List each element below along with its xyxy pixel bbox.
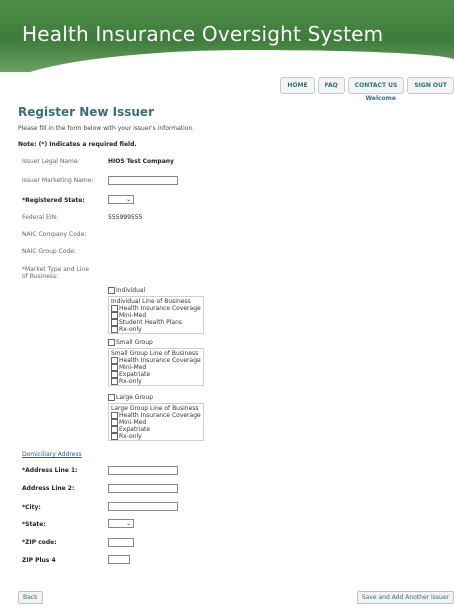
page-title: Register New Issuer bbox=[18, 105, 154, 119]
home-button[interactable]: HOME bbox=[280, 77, 315, 94]
legal-name-label: Issuer Legal Name: bbox=[22, 158, 80, 165]
welcome-text: Welcome bbox=[365, 95, 396, 102]
city-input[interactable] bbox=[108, 502, 178, 511]
large-group-line-of-business: Large Group Line of Business Health Insu… bbox=[108, 403, 204, 441]
individual-option[interactable]: Individual bbox=[108, 287, 145, 294]
top-nav: HOME FAQ CONTACT US SIGN OUT bbox=[280, 77, 454, 94]
federal-ein-value: 555999555 bbox=[108, 214, 143, 221]
required-note: Note: (*) Indicates a required field. bbox=[18, 141, 137, 148]
domiciliary-address-link[interactable]: Domiciliary Address bbox=[22, 451, 82, 458]
small-group-checkbox[interactable] bbox=[108, 339, 115, 346]
save-and-add-another-issuer-button[interactable]: Save and Add Another Issuer bbox=[356, 591, 454, 604]
zip-code-label: *ZIP code: bbox=[22, 539, 57, 546]
list-item[interactable]: Rx-only bbox=[111, 378, 201, 385]
naic-group-label: NAIC Group Code: bbox=[22, 248, 77, 255]
list-item[interactable]: Expatriate bbox=[111, 371, 201, 378]
city-label: *City: bbox=[22, 504, 41, 511]
list-item[interactable]: Mini-Med bbox=[111, 364, 201, 371]
zip-plus-4-label: ZIP Plus 4 bbox=[22, 557, 56, 564]
address-line-2-input[interactable] bbox=[108, 484, 178, 493]
list-item[interactable]: Mini-Med bbox=[111, 419, 201, 426]
market-type-label: *Market Type and Line bbox=[22, 266, 89, 273]
state-label: *State: bbox=[22, 521, 46, 528]
small-group-option[interactable]: Small Group bbox=[108, 339, 153, 346]
contact-us-button[interactable]: CONTACT US bbox=[347, 77, 405, 94]
large-group-checkbox[interactable] bbox=[108, 394, 115, 401]
list-item[interactable]: Rx-only bbox=[111, 326, 201, 333]
address-line-1-label: *Address Line 1: bbox=[22, 467, 78, 474]
legal-name-value: HIOS Test Company bbox=[108, 158, 174, 165]
individual-checkbox[interactable] bbox=[108, 287, 115, 294]
intro-text: Please fill in the form below with your … bbox=[18, 125, 195, 132]
chevron-down-icon: ⌄ bbox=[125, 520, 131, 527]
back-button[interactable]: Back bbox=[18, 591, 43, 604]
list-item[interactable]: Health Insurance Coverage bbox=[111, 412, 201, 419]
app-title: Health Insurance Oversight System bbox=[22, 22, 384, 46]
list-item[interactable]: Expatriate bbox=[111, 426, 201, 433]
list-item[interactable]: Mini-Med bbox=[111, 312, 201, 319]
individual-line-of-business: Individual Line of Business Health Insur… bbox=[108, 296, 204, 334]
small-group-line-of-business: Small Group Line of Business Health Insu… bbox=[108, 348, 204, 386]
large-group-option[interactable]: Large Group bbox=[108, 394, 153, 401]
list-item[interactable]: Health Insurance Coverage bbox=[111, 357, 201, 364]
chevron-down-icon: ⌄ bbox=[125, 196, 131, 203]
zip-code-input[interactable] bbox=[108, 538, 134, 547]
federal-ein-label: Federal EIN: bbox=[22, 214, 59, 221]
market-type-label-2: of Business: bbox=[22, 273, 59, 280]
registered-state-label: *Registered State: bbox=[22, 197, 85, 204]
registered-state-select[interactable]: ⌄ bbox=[108, 195, 134, 204]
list-item[interactable]: Rx-only bbox=[111, 433, 201, 440]
naic-company-label: NAIC Company Code: bbox=[22, 231, 87, 238]
sign-out-button[interactable]: SIGN OUT bbox=[407, 77, 454, 94]
address-line-1-input[interactable] bbox=[108, 466, 178, 475]
address-line-2-label: Address Line 2: bbox=[22, 485, 75, 492]
list-item[interactable]: Health Insurance Coverage bbox=[111, 305, 201, 312]
marketing-name-label: Issuer Marketing Name: bbox=[22, 177, 94, 184]
list-item[interactable]: Student Health Plans bbox=[111, 319, 201, 326]
marketing-name-input[interactable] bbox=[108, 176, 178, 185]
zip-plus-4-input[interactable] bbox=[108, 555, 130, 564]
state-select[interactable]: ⌄ bbox=[108, 519, 134, 528]
faq-button[interactable]: FAQ bbox=[317, 77, 345, 94]
